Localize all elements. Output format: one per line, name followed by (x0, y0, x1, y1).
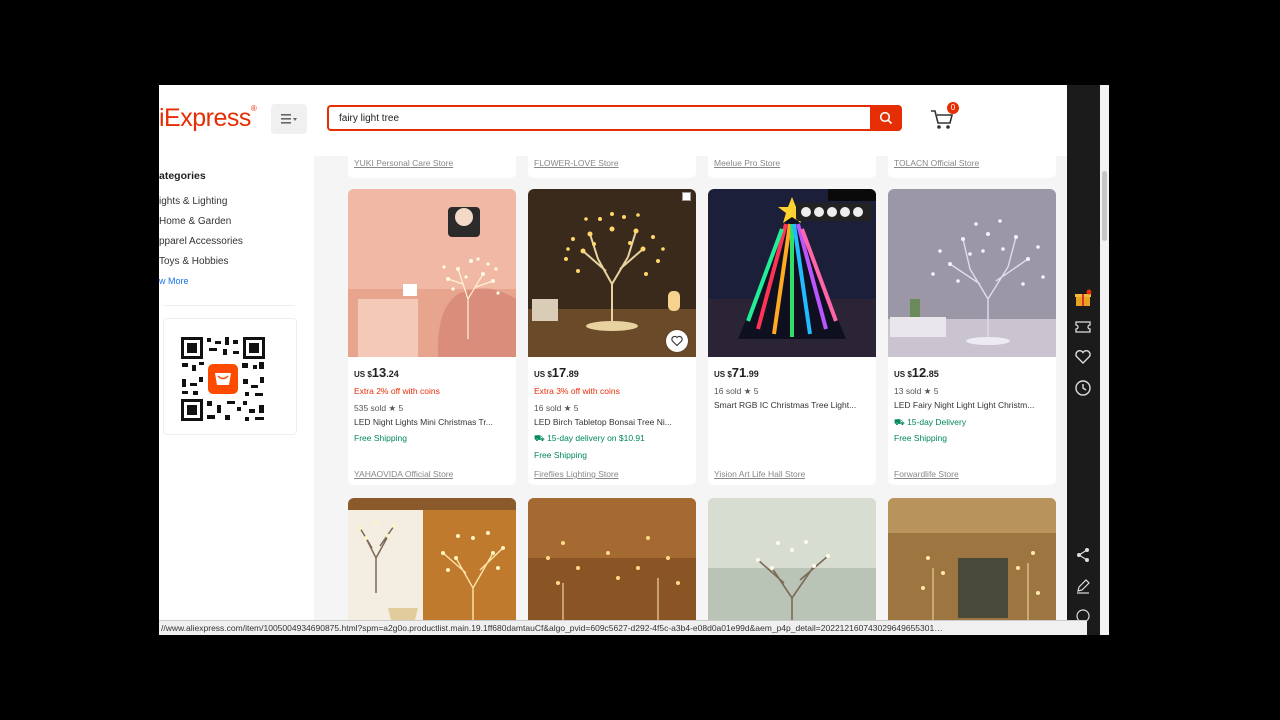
search-input[interactable]: fairy light tree (327, 105, 870, 131)
search-button[interactable] (870, 105, 902, 131)
scrollbar-thumb[interactable] (1102, 171, 1107, 241)
coupon-button[interactable] (1073, 317, 1093, 337)
store-link[interactable]: YAHAOVIDA Official Store (354, 469, 453, 479)
category-sidebar: ategories ights & Lighting Home & Garden… (159, 156, 314, 635)
search-icon (879, 111, 893, 125)
product-card[interactable]: US $71.99 16 sold ★ 5 Smart RGB IC Chris… (708, 189, 876, 485)
aliexpress-logo[interactable]: iExpress® (159, 104, 257, 133)
product-image[interactable] (348, 498, 516, 635)
sold-rating: 535 sold ★ 5 (354, 403, 404, 413)
share-button[interactable] (1073, 545, 1093, 565)
menu-icon (281, 114, 297, 124)
product-image[interactable] (888, 498, 1056, 635)
screen: { "header": { "logo": "iExpress", "searc… (0, 0, 1280, 720)
heart-icon (1075, 350, 1091, 364)
truck-icon: ⛟ (534, 433, 548, 443)
app-qr-card (163, 318, 297, 435)
product-card[interactable]: US $13.24 Extra 2% off with coins 535 so… (348, 189, 516, 485)
cart-button[interactable]: 0 (929, 102, 961, 134)
share-icon (1077, 548, 1089, 562)
product-image[interactable] (528, 498, 696, 635)
wishlist-button[interactable] (666, 330, 688, 352)
sold-rating: 16 sold ★ 5 (534, 403, 579, 413)
product-grid: YUKI Personal Care Store FLOWER-LOVE Sto… (314, 156, 1067, 635)
product-card[interactable]: US $17.89 Extra 3% off with coins 16 sol… (528, 189, 696, 485)
product-card[interactable]: US $12.85 13 sold ★ 5 LED Fairy Night Li… (888, 189, 1056, 485)
history-button[interactable] (1073, 378, 1093, 398)
coupon-icon (1075, 321, 1091, 333)
product-card[interactable] (888, 498, 1056, 635)
feedback-button[interactable] (1073, 576, 1093, 596)
category-home-garden[interactable]: Home & Garden (159, 216, 231, 227)
view-more-link[interactable]: w More (159, 276, 189, 286)
product-image[interactable] (348, 189, 516, 357)
link-status-bar: //www.aliexpress.com/item/10050049346908… (159, 620, 1087, 635)
free-shipping: Free Shipping (354, 433, 407, 443)
scrollbar[interactable] (1100, 85, 1109, 635)
product-card[interactable] (348, 498, 516, 635)
coins-discount: Extra 2% off with coins (354, 386, 440, 396)
product-title[interactable]: LED Birch Tabletop Bonsai Tree Ni... (534, 417, 672, 427)
product-title[interactable]: LED Fairy Night Light Light Christm... (894, 400, 1034, 410)
product-card[interactable] (528, 498, 696, 635)
product-title[interactable]: Smart RGB IC Christmas Tree Light... (714, 400, 856, 410)
browser-viewport: iExpress® fairy light tree 0 ategories i… (159, 85, 1109, 635)
store-link[interactable]: Yision Art Life Hall Store (714, 469, 805, 479)
right-toolbar (1067, 85, 1100, 635)
clock-icon (1075, 380, 1091, 396)
truck-icon: ⛟ (894, 417, 908, 427)
categories-heading: ategories (159, 170, 206, 182)
free-shipping: Free Shipping (534, 450, 587, 460)
product-card[interactable] (708, 498, 876, 635)
product-image[interactable] (708, 498, 876, 635)
qr-code-icon (179, 335, 267, 423)
product-price: US $13.24 (354, 365, 399, 380)
category-lights-lighting[interactable]: ights & Lighting (159, 196, 227, 207)
delivery-info: ⛟ 15-day Delivery (894, 417, 967, 427)
product-image[interactable] (888, 189, 1056, 357)
compare-checkbox[interactable] (682, 192, 691, 201)
product-price: US $17.89 (534, 365, 579, 380)
free-shipping: Free Shipping (894, 433, 947, 443)
store-link[interactable]: TOLACN Official Store (888, 156, 1056, 178)
header: iExpress® fairy light tree 0 (159, 85, 1067, 156)
category-menu-button[interactable] (271, 104, 307, 134)
product-price: US $71.99 (714, 365, 759, 380)
wishlist-rail-button[interactable] (1073, 347, 1093, 367)
pencil-icon (1077, 579, 1090, 594)
sold-rating: 16 sold ★ 5 (714, 386, 759, 396)
gift-button[interactable] (1073, 288, 1093, 308)
heart-icon (671, 335, 683, 347)
coins-discount: Extra 3% off with coins (534, 386, 620, 396)
divider (163, 305, 295, 306)
store-link[interactable]: Meelue Pro Store (708, 156, 876, 178)
product-title[interactable]: LED Night Lights Mini Christmas Tr... (354, 417, 493, 427)
category-apparel-accessories[interactable]: pparel Accessories (159, 236, 243, 247)
store-link[interactable]: Fireflies Lighting Store (534, 469, 619, 479)
store-link[interactable]: FLOWER-LOVE Store (528, 156, 696, 178)
store-link[interactable]: YUKI Personal Care Store (348, 156, 516, 178)
delivery-info: ⛟ 15-day delivery on $10.91 (534, 433, 645, 443)
category-toys-hobbies[interactable]: Toys & Hobbies (159, 256, 228, 267)
cart-count-badge: 0 (947, 102, 959, 114)
store-link[interactable]: Forwardlife Store (894, 469, 959, 479)
sold-rating: 13 sold ★ 5 (894, 386, 939, 396)
product-price: US $12.85 (894, 365, 939, 380)
gift-icon (1075, 289, 1092, 306)
product-image[interactable] (708, 189, 876, 357)
